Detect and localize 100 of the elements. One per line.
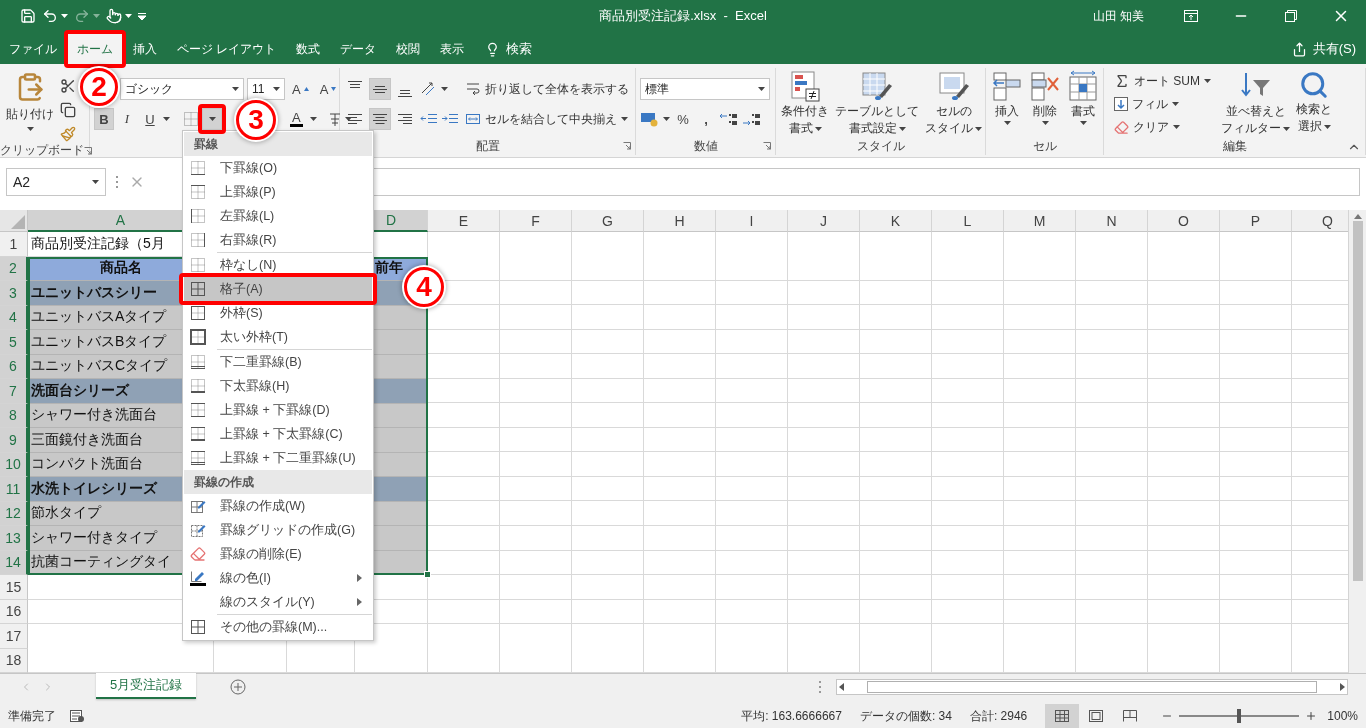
- caret-icon[interactable]: [61, 14, 68, 18]
- ribbon-tab[interactable]: 数式: [287, 34, 330, 64]
- caret-icon[interactable]: [92, 180, 99, 184]
- add-sheet-icon[interactable]: [230, 679, 246, 695]
- increase-decimal-icon[interactable]: [719, 111, 739, 127]
- fill-handle[interactable]: [424, 571, 431, 578]
- sheet-tab[interactable]: 5月受注記録: [96, 673, 196, 699]
- vertical-scrollbar[interactable]: [1348, 210, 1366, 673]
- format-painter-icon[interactable]: [60, 126, 76, 142]
- style-button[interactable]: 条件付き 書式: [780, 68, 830, 138]
- column-header[interactable]: G: [572, 210, 644, 232]
- font-color-button[interactable]: A: [286, 108, 307, 130]
- phonetic-icon[interactable]: [327, 111, 342, 127]
- cells-button[interactable]: 書式: [1066, 68, 1100, 137]
- grow-font-button[interactable]: A: [288, 78, 313, 100]
- undo-icon[interactable]: [42, 8, 58, 24]
- style-button[interactable]: テーブルとして 書式設定: [834, 68, 920, 138]
- menu-item[interactable]: その他の罫線(M)...: [184, 615, 372, 639]
- row-header[interactable]: 2: [0, 256, 28, 281]
- scroll-thumb[interactable]: [867, 681, 1317, 693]
- row-header[interactable]: 4: [0, 305, 28, 330]
- underline-button[interactable]: U: [140, 108, 160, 130]
- border-dropdown-button[interactable]: [202, 108, 222, 130]
- column-header[interactable]: N: [1076, 210, 1148, 232]
- row-header[interactable]: 9: [0, 428, 28, 453]
- caret-icon[interactable]: [125, 14, 132, 18]
- save-icon[interactable]: [20, 8, 36, 24]
- row-header[interactable]: 3: [0, 281, 28, 306]
- row-header[interactable]: 12: [0, 501, 28, 526]
- caret-icon[interactable]: [232, 87, 239, 91]
- font-size-field[interactable]: 11: [247, 78, 285, 100]
- bold-button[interactable]: B: [94, 108, 114, 130]
- copy-icon[interactable]: [60, 102, 76, 118]
- caret-icon[interactable]: [1323, 124, 1331, 129]
- column-header[interactable]: K: [860, 210, 932, 232]
- scroll-thumb[interactable]: [1352, 221, 1363, 581]
- editing-button[interactable]: 並べ替えと フィルター: [1220, 68, 1291, 138]
- row-header[interactable]: 1: [0, 232, 28, 257]
- number-format-field[interactable]: 標準: [640, 78, 770, 100]
- row-header[interactable]: 8: [0, 403, 28, 428]
- caret-icon[interactable]: [1283, 126, 1290, 131]
- autosum-button[interactable]: オート SUM: [1112, 70, 1216, 92]
- caret-icon[interactable]: [163, 117, 170, 121]
- italic-button[interactable]: I: [117, 108, 137, 130]
- zoom-thumb[interactable]: [1237, 709, 1242, 723]
- caret-icon[interactable]: [814, 126, 822, 131]
- decrease-decimal-icon[interactable]: [742, 111, 762, 127]
- column-header[interactable]: H: [644, 210, 716, 232]
- paste-button[interactable]: 貼り付け: [4, 68, 56, 142]
- caret-icon[interactable]: [344, 117, 352, 121]
- caret-icon[interactable]: [208, 117, 216, 121]
- caret-icon[interactable]: [758, 87, 765, 91]
- row-header[interactable]: 13: [0, 526, 28, 551]
- caret-icon[interactable]: [621, 117, 628, 121]
- vertical-align-button[interactable]: [369, 78, 391, 100]
- caret-icon[interactable]: [1173, 125, 1180, 129]
- clear-button[interactable]: クリア: [1112, 116, 1216, 138]
- scroll-right-icon[interactable]: [1340, 683, 1345, 691]
- customize-icon[interactable]: [138, 12, 146, 20]
- ribbon-tab[interactable]: ホーム: [68, 34, 122, 64]
- wrap-text-button[interactable]: 折り返して全体を表示する: [463, 78, 631, 100]
- column-header[interactable]: I: [716, 210, 788, 232]
- menu-item[interactable]: 線のスタイル(Y): [184, 590, 372, 614]
- comma-button[interactable]: ,: [696, 108, 716, 130]
- row-header[interactable]: 17: [0, 624, 28, 649]
- caret-icon[interactable]: [975, 126, 982, 131]
- ribbon-tab[interactable]: ページ レイアウト: [168, 34, 286, 64]
- column-header[interactable]: O: [1148, 210, 1220, 232]
- column-header[interactable]: L: [932, 210, 1004, 232]
- dialog-launcher-icon[interactable]: [763, 142, 771, 150]
- restore-icon[interactable]: [1285, 10, 1297, 22]
- page-layout-icon[interactable]: [1089, 710, 1104, 722]
- column-header[interactable]: P: [1220, 210, 1292, 232]
- caret-icon[interactable]: [273, 87, 280, 91]
- row-header[interactable]: 16: [0, 599, 28, 624]
- dialog-launcher-icon[interactable]: [84, 146, 92, 155]
- font-name-field[interactable]: ゴシック: [120, 78, 244, 100]
- ribbon-tab[interactable]: 挿入: [124, 34, 166, 64]
- name-box[interactable]: A2: [6, 168, 106, 196]
- touch-mode-icon[interactable]: [106, 8, 122, 24]
- percent-button[interactable]: %: [673, 108, 693, 130]
- ribbon-display-icon[interactable]: [1184, 10, 1198, 22]
- ribbon-tab[interactable]: ファイル: [0, 34, 66, 64]
- row-header[interactable]: 18: [0, 648, 28, 673]
- dialog-launcher-icon[interactable]: [623, 142, 631, 150]
- menu-item[interactable]: 上罫線(P): [184, 180, 372, 204]
- column-header[interactable]: F: [500, 210, 572, 232]
- share-button[interactable]: 共有(S): [1281, 34, 1366, 64]
- view-button[interactable]: [1045, 704, 1080, 728]
- caret-icon[interactable]: [1041, 121, 1049, 125]
- menu-item[interactable]: 下罫線(O): [184, 156, 372, 180]
- macro-record-icon[interactable]: [70, 710, 84, 722]
- zoom-in-icon[interactable]: [1305, 710, 1318, 722]
- split-handle-icon[interactable]: [819, 681, 822, 693]
- horizontal-scrollbar[interactable]: [836, 679, 1348, 695]
- caret-icon[interactable]: [309, 117, 317, 121]
- fill-button[interactable]: フィル: [1112, 93, 1216, 115]
- editing-button[interactable]: 検索と 選択: [1295, 68, 1333, 138]
- caret-icon[interactable]: [1172, 102, 1179, 106]
- column-header[interactable]: E: [428, 210, 500, 232]
